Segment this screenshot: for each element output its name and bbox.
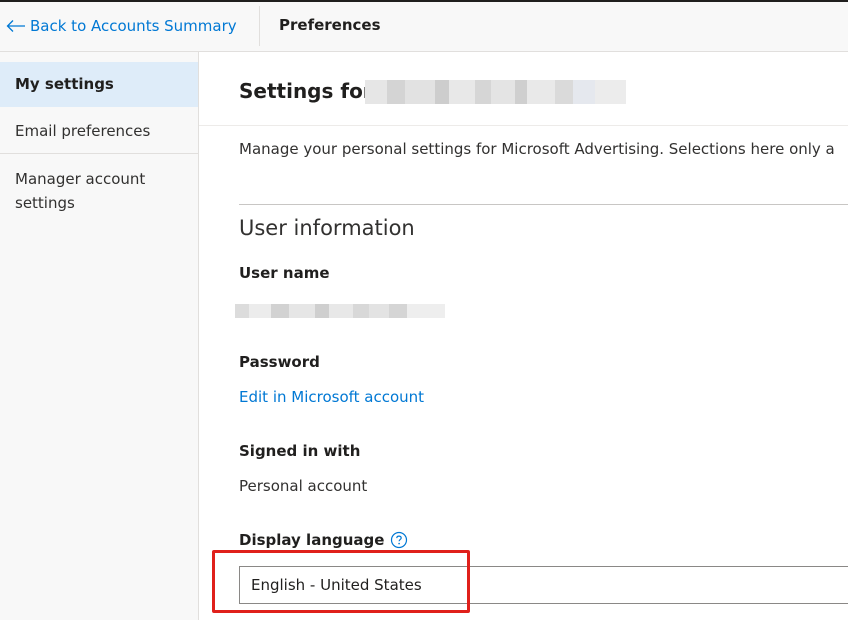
page-title: Preferences <box>279 16 381 34</box>
top-bar: Back to Accounts Summary Preferences <box>0 0 848 52</box>
signed-in-with-value: Personal account <box>239 477 368 495</box>
back-to-accounts-link[interactable]: Back to Accounts Summary <box>6 16 237 36</box>
top-edge <box>0 0 848 2</box>
section-title-user-information: User information <box>239 216 415 240</box>
settings-title: Settings for <box>239 79 373 103</box>
section-divider <box>239 204 848 205</box>
password-label: Password <box>239 353 320 371</box>
main-content: Settings for Manage your personal settin… <box>199 52 848 620</box>
sidebar-item-manager-account-settings[interactable]: Manager account settings <box>0 155 198 215</box>
sidebar: My settings Email preferences Manager ac… <box>0 52 199 620</box>
display-language-select[interactable]: English - United States <box>239 566 848 604</box>
question-circle-icon[interactable] <box>390 531 408 549</box>
signed-in-with-label: Signed in with <box>239 442 361 460</box>
arrow-left-icon <box>6 20 25 32</box>
header-divider <box>259 6 260 46</box>
display-language-label: Display language <box>239 531 385 549</box>
settings-description: Manage your personal settings for Micros… <box>239 140 835 158</box>
sidebar-item-my-settings[interactable]: My settings <box>0 62 198 107</box>
back-link-label: Back to Accounts Summary <box>30 17 237 35</box>
display-language-selected-value: English - United States <box>251 576 422 594</box>
sidebar-item-email-preferences[interactable]: Email preferences <box>0 108 198 154</box>
settings-header: Settings for <box>199 52 848 126</box>
redacted-user-name <box>235 304 445 318</box>
edit-in-microsoft-account-link[interactable]: Edit in Microsoft account <box>239 388 424 406</box>
redacted-account-name <box>365 80 626 104</box>
user-name-label: User name <box>239 264 330 282</box>
